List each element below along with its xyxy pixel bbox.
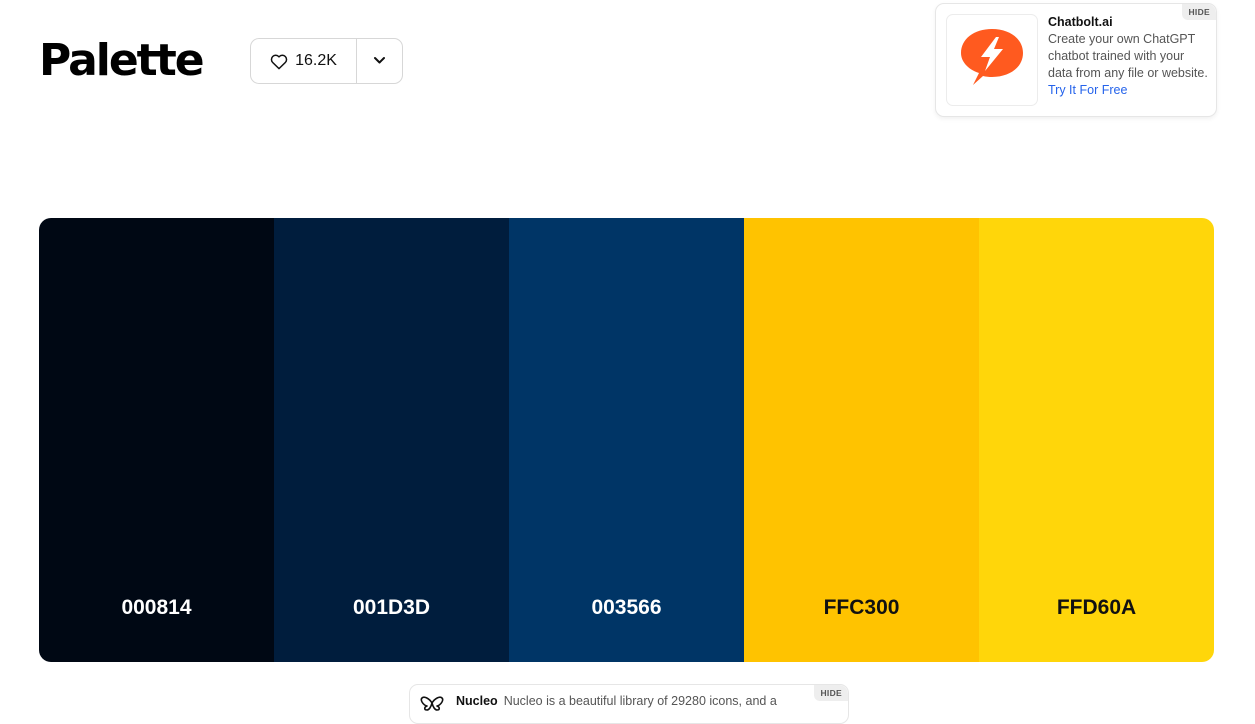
like-button[interactable]: 16.2K <box>251 39 357 83</box>
lightning-bolt-icon <box>959 27 1025 94</box>
more-options-button[interactable] <box>357 39 402 83</box>
ad-banner-title: Nucleo <box>456 694 498 708</box>
hide-ad-button[interactable]: HIDE <box>814 685 848 701</box>
color-code: 001D3D <box>352 596 431 619</box>
ad-logo <box>946 14 1038 106</box>
color-code: FFC300 <box>823 596 900 619</box>
likes-count: 16.2K <box>295 52 337 69</box>
color-swatch[interactable]: 000814 <box>39 218 274 662</box>
sponsored-ad-card[interactable]: Chatbolt.ai Create your own ChatGPT chat… <box>935 3 1217 117</box>
color-swatch[interactable]: 001D3D <box>274 218 509 662</box>
chevron-down-icon <box>373 52 386 70</box>
color-code: FFD60A <box>1056 596 1137 619</box>
color-swatch[interactable]: 003566 <box>509 218 744 662</box>
hide-ad-button[interactable]: HIDE <box>1182 4 1216 20</box>
ad-cta-link[interactable]: Try It For Free <box>1048 83 1127 97</box>
page-title: Palette <box>39 35 205 86</box>
ad-banner-text: Nucleo Nucleo is a beautiful library of 2… <box>456 693 777 710</box>
sponsored-ad-banner[interactable]: Nucleo Nucleo is a beautiful library of 2… <box>409 684 849 724</box>
heart-icon <box>270 53 288 70</box>
color-code: 003566 <box>591 596 662 619</box>
ad-text: Chatbolt.ai Create your own ChatGPT chat… <box>1048 14 1208 99</box>
color-swatch[interactable]: FFC300 <box>744 218 979 662</box>
palette-swatches: 000814 001D3D 003566 FFC300 FFD60A <box>39 218 1214 662</box>
color-code: 000814 <box>121 596 192 619</box>
ad-banner-description: Nucleo is a beautiful library of 29280 i… <box>503 694 777 708</box>
color-swatch[interactable]: FFD60A <box>979 218 1214 662</box>
like-button-group: 16.2K <box>250 38 403 84</box>
butterfly-icon <box>420 695 444 716</box>
ad-description: Create your own ChatGPT chatbot trained … <box>1048 32 1208 80</box>
